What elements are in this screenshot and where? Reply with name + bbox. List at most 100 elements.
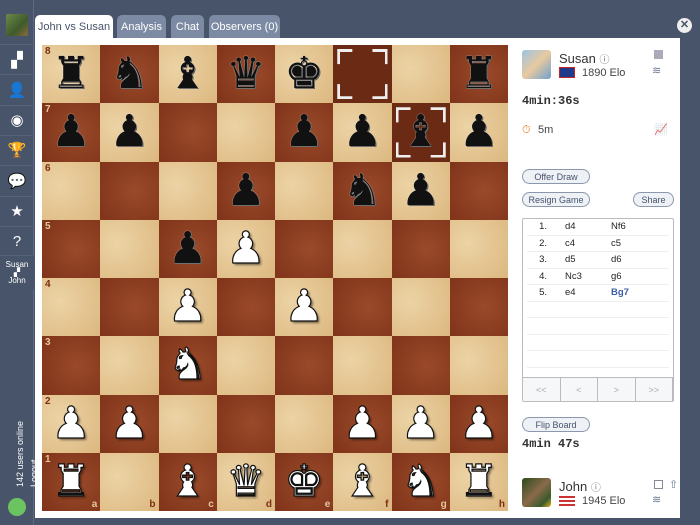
black-move[interactable]: Bg7 bbox=[611, 287, 629, 298]
black-rook-icon[interactable]: ♜ bbox=[51, 52, 90, 96]
square-a2[interactable]: 2 ♟ bbox=[42, 394, 101, 453]
black-pawn-icon[interactable]: ♟ bbox=[51, 110, 90, 154]
square-c8[interactable]: ♝ bbox=[158, 45, 217, 104]
white-queen-icon[interactable]: ♛ bbox=[226, 459, 267, 504]
square-b1[interactable]: b bbox=[100, 452, 159, 511]
offer-draw-button[interactable]: Offer Draw bbox=[522, 169, 590, 184]
square-d7[interactable] bbox=[216, 103, 275, 162]
white-rook-icon[interactable]: ♜ bbox=[459, 459, 500, 504]
square-b2[interactable]: ♟ bbox=[100, 394, 159, 453]
square-g1[interactable]: g ♞ bbox=[391, 452, 450, 511]
square-a4[interactable]: 4 bbox=[42, 278, 101, 337]
prev-move-button[interactable]: < bbox=[561, 378, 598, 401]
square-c7[interactable] bbox=[158, 103, 217, 162]
first-move-button[interactable]: << bbox=[523, 378, 561, 401]
white-pawn-icon[interactable]: ♟ bbox=[226, 226, 267, 271]
white-bishop-icon[interactable]: ♝ bbox=[342, 459, 383, 504]
info-icon[interactable]: ⓘ bbox=[591, 483, 601, 494]
black-pawn-icon[interactable]: ♟ bbox=[284, 110, 323, 154]
move-list[interactable]: 1. d4 Nf6 2. c4 c5 3. d5 d6 4. Nc3 g6 5. e4 Bg7 << < > >> bbox=[522, 218, 674, 402]
square-d4[interactable] bbox=[216, 278, 275, 337]
tab-analysis[interactable]: Analysis bbox=[117, 15, 166, 39]
close-button[interactable]: ✕ bbox=[677, 18, 692, 33]
white-king-icon[interactable]: ♚ bbox=[284, 459, 325, 504]
square-a7[interactable]: 7 ♟ bbox=[42, 103, 101, 162]
square-h6[interactable] bbox=[449, 161, 508, 220]
square-d2[interactable] bbox=[216, 394, 275, 453]
square-g2[interactable]: ♟ bbox=[391, 394, 450, 453]
black-king-icon[interactable]: ♚ bbox=[284, 52, 323, 96]
square-c2[interactable] bbox=[158, 394, 217, 453]
black-pawn-icon[interactable]: ♟ bbox=[110, 110, 149, 154]
share-button[interactable]: Share bbox=[633, 192, 674, 207]
black-move[interactable]: c5 bbox=[611, 238, 621, 249]
last-move-button[interactable]: >> bbox=[636, 378, 673, 401]
square-e8[interactable]: ♚ bbox=[275, 45, 334, 104]
square-a5[interactable]: 5 bbox=[42, 219, 101, 278]
square-b3[interactable] bbox=[100, 336, 159, 395]
square-c1[interactable]: c ♝ bbox=[158, 452, 217, 511]
square-f7[interactable]: ♟ bbox=[333, 103, 392, 162]
white-pawn-icon[interactable]: ♟ bbox=[109, 401, 150, 446]
resign-button[interactable]: Resign Game bbox=[522, 192, 590, 207]
black-pawn-icon[interactable]: ♟ bbox=[401, 168, 440, 213]
square-c5[interactable]: ♟ bbox=[158, 219, 217, 278]
black-rook-icon[interactable]: ♜ bbox=[459, 52, 498, 96]
black-pawn-icon[interactable]: ♟ bbox=[226, 168, 265, 213]
black-bishop-icon[interactable]: ♝ bbox=[401, 110, 440, 154]
tab-observers[interactable]: Observers (0) bbox=[209, 15, 280, 39]
user-avatar[interactable] bbox=[6, 14, 28, 36]
square-h4[interactable] bbox=[449, 278, 508, 337]
player-avatar[interactable] bbox=[522, 478, 551, 507]
square-f2[interactable]: ♟ bbox=[333, 394, 392, 453]
flip-board-button[interactable]: Flip Board bbox=[522, 417, 590, 432]
square-b7[interactable]: ♟ bbox=[100, 103, 159, 162]
white-knight-icon[interactable]: ♞ bbox=[400, 459, 441, 504]
square-h7[interactable]: ♟ bbox=[449, 103, 508, 162]
square-b5[interactable] bbox=[100, 219, 159, 278]
black-pawn-icon[interactable]: ♟ bbox=[343, 110, 382, 154]
next-move-button[interactable]: > bbox=[598, 378, 636, 401]
black-knight-icon[interactable]: ♞ bbox=[343, 168, 382, 213]
square-h3[interactable] bbox=[449, 336, 508, 395]
square-f6[interactable]: ♞ bbox=[333, 161, 392, 220]
sidebar-button-star[interactable]: ★ bbox=[0, 195, 34, 226]
square-f5[interactable] bbox=[333, 219, 392, 278]
square-a8[interactable]: 8 ♜ bbox=[42, 45, 101, 104]
square-e7[interactable]: ♟ bbox=[275, 103, 334, 162]
white-bishop-icon[interactable]: ♝ bbox=[167, 459, 208, 504]
square-g4[interactable] bbox=[391, 278, 450, 337]
rating-chart-icon[interactable]: 📈 bbox=[654, 123, 668, 136]
black-pawn-icon[interactable]: ♟ bbox=[168, 226, 207, 271]
square-a3[interactable]: 3 bbox=[42, 336, 101, 395]
black-bishop-icon[interactable]: ♝ bbox=[168, 52, 207, 96]
black-pawn-icon[interactable]: ♟ bbox=[459, 110, 498, 154]
sidebar-button-chat[interactable]: 💬 bbox=[0, 165, 34, 195]
black-queen-icon[interactable]: ♛ bbox=[226, 52, 265, 96]
white-pawn-icon[interactable]: ♟ bbox=[284, 284, 325, 329]
square-a6[interactable]: 6 bbox=[42, 161, 101, 220]
square-e1[interactable]: e ♚ bbox=[275, 452, 334, 511]
square-e3[interactable] bbox=[275, 336, 334, 395]
square-g7[interactable]: ♝ bbox=[391, 103, 450, 162]
tab-game[interactable]: John vs Susan bbox=[35, 15, 113, 39]
square-g8[interactable] bbox=[391, 45, 450, 104]
white-pawn-icon[interactable]: ♟ bbox=[167, 284, 208, 329]
black-move[interactable]: d6 bbox=[611, 254, 622, 265]
square-b6[interactable] bbox=[100, 161, 159, 220]
square-d8[interactable]: ♛ bbox=[216, 45, 275, 104]
sidebar-button-eye[interactable]: ◉ bbox=[0, 104, 34, 135]
square-h5[interactable] bbox=[449, 219, 508, 278]
square-f3[interactable] bbox=[333, 336, 392, 395]
white-knight-icon[interactable]: ♞ bbox=[167, 342, 208, 387]
white-pawn-icon[interactable]: ♟ bbox=[51, 401, 92, 446]
black-move[interactable]: Nf6 bbox=[611, 221, 626, 232]
black-knight-icon[interactable]: ♞ bbox=[110, 52, 149, 96]
square-e4[interactable]: ♟ bbox=[275, 278, 334, 337]
opponent-avatar[interactable] bbox=[522, 50, 551, 79]
square-g6[interactable]: ♟ bbox=[391, 161, 450, 220]
square-e5[interactable] bbox=[275, 219, 334, 278]
square-a1[interactable]: 1 a ♜ bbox=[42, 452, 101, 511]
square-d5[interactable]: ♟ bbox=[216, 219, 275, 278]
square-b8[interactable]: ♞ bbox=[100, 45, 159, 104]
